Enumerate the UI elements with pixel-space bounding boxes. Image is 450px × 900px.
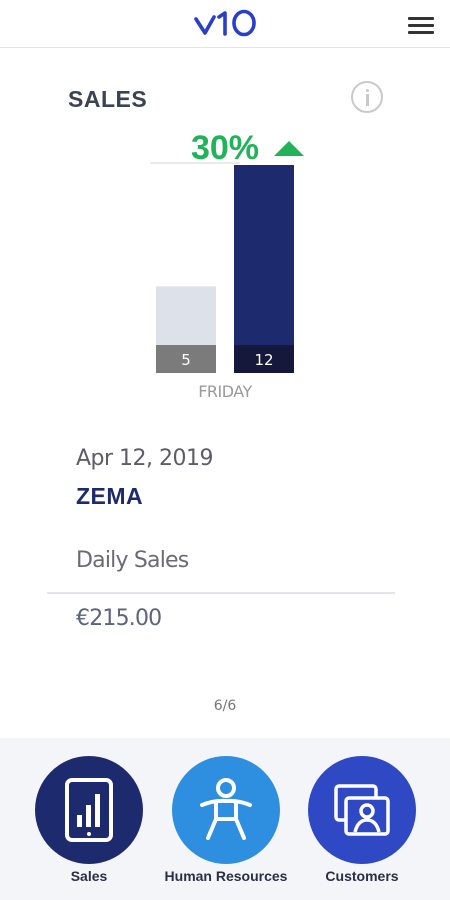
nav-customers-circle [308,756,416,864]
page-indicator: 6/6 [213,698,237,714]
report-date: Apr 12, 2019 [76,446,214,471]
chart-bar-value: 12 [254,351,273,369]
nav-sales-button[interactable]: Sales [18,756,158,896]
hamburger-menu-icon[interactable] [404,12,438,38]
chart-change-percent: 30% [191,129,259,167]
nav-sales-label: Sales [70,868,108,884]
divider [47,592,395,594]
chart-bar [234,165,294,373]
metric-label: Daily Sales [76,548,189,573]
bottom-nav: Sales Human Resources Customers [0,738,450,900]
v10-logo [194,9,256,37]
info-icon[interactable] [351,81,383,113]
nav-human-resources-button[interactable]: Human Resources [155,756,295,896]
section-title: SALES [68,86,148,112]
nav-hr-circle [172,756,280,864]
person-icon [200,778,252,840]
nav-customers-label: Customers [325,868,399,884]
trend-up-icon [274,141,304,156]
top-bar [0,0,450,48]
chart-bar-value: 5 [181,351,191,369]
customer-cards-icon [334,784,390,836]
chart-category-label: FRIDAY [198,382,252,401]
tablet-chart-icon [65,778,113,842]
company-name: ZEMA [76,483,144,509]
nav-customers-button[interactable]: Customers [291,756,431,896]
nav-sales-circle [35,756,143,864]
metric-value: €215.00 [76,606,162,631]
sales-bar-chart: 5 12FRIDAY 30% [150,129,304,401]
nav-hr-label: Human Resources [164,868,288,884]
